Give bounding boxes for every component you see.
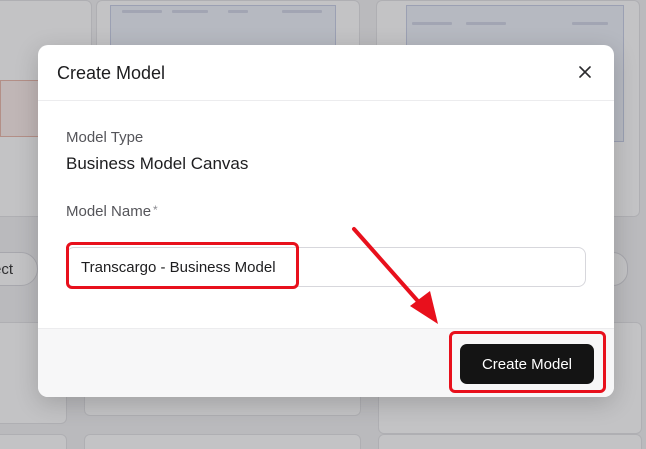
dialog-footer: Create Model <box>38 328 614 397</box>
model-name-label-text: Model Name <box>66 203 152 220</box>
model-name-input[interactable] <box>66 247 586 287</box>
close-icon <box>579 66 591 78</box>
required-marker: * <box>153 203 158 217</box>
model-name-label: Model Name * <box>66 203 158 220</box>
close-button[interactable] <box>574 61 596 83</box>
dialog-body: Model Type Business Model Canvas Model N… <box>38 101 614 328</box>
dialog-header: Create Model <box>38 45 614 101</box>
create-model-dialog: Create Model Model Type Business Model C… <box>38 45 614 397</box>
model-type-label: Model Type <box>66 129 144 146</box>
create-model-button[interactable]: Create Model <box>460 344 594 384</box>
model-type-value: Business Model Canvas <box>66 154 249 173</box>
dialog-title: Create Model <box>57 63 166 83</box>
